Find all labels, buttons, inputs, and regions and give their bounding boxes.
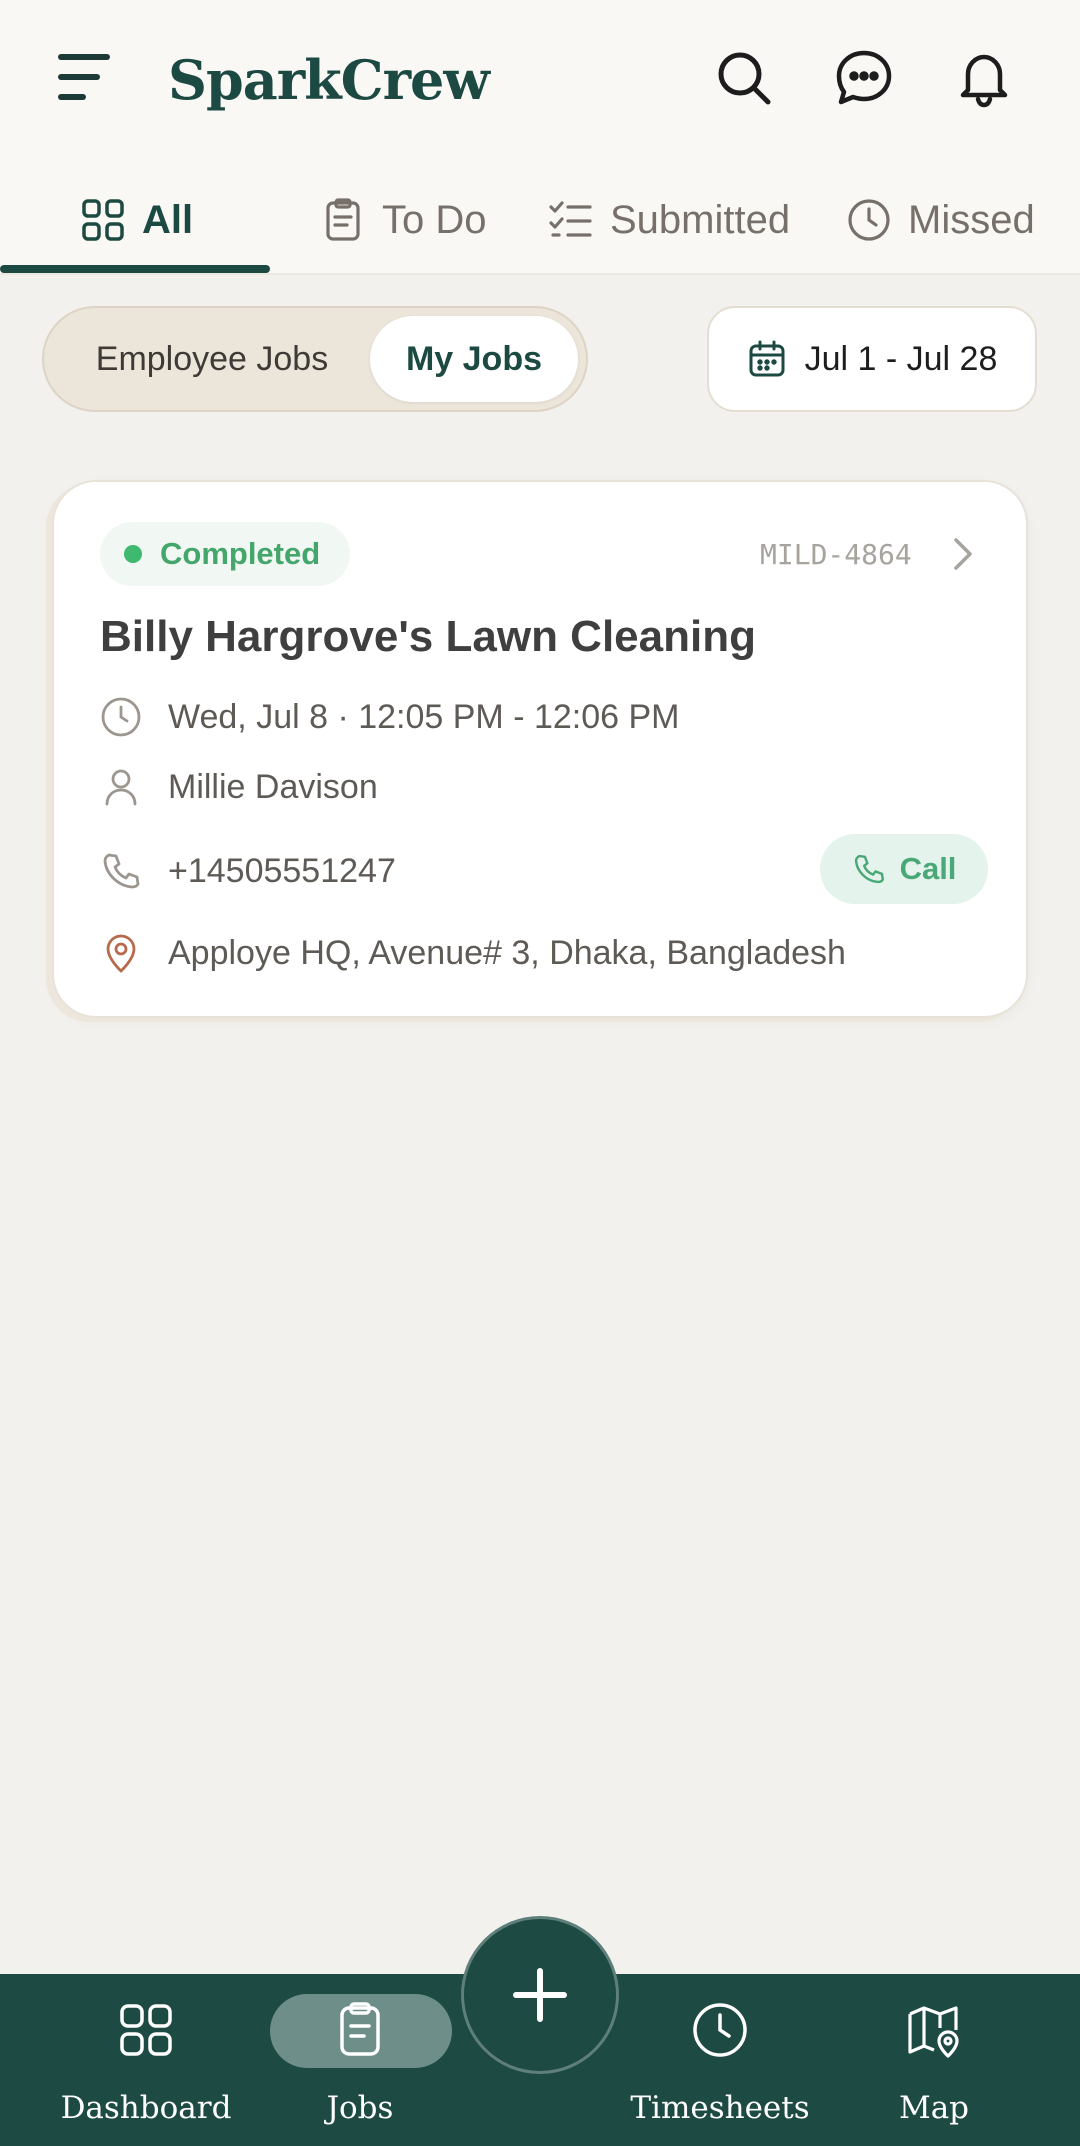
job-phone-row: +14505551247 <box>100 850 396 892</box>
status-badge: Completed <box>100 522 351 586</box>
nav-item-map[interactable]: Map <box>834 1974 1034 2146</box>
nav-item-jobs[interactable]: Jobs <box>260 1974 460 2146</box>
menu-icon[interactable] <box>58 52 114 102</box>
job-scope-toggle: Employee Jobs My Jobs <box>42 306 588 412</box>
tab-to-do[interactable]: To Do <box>320 190 487 250</box>
user-icon <box>105 769 137 806</box>
job-assignee-row: Millie Davison <box>100 766 378 808</box>
nav-label: Dashboard <box>60 2090 232 2126</box>
segment-my-jobs[interactable]: My Jobs <box>370 316 578 402</box>
nav-item-dashboard[interactable]: Dashboard <box>46 1974 246 2146</box>
job-time-row: Wed, Jul 8 · 12:05 PM - 12:06 PM <box>100 696 680 738</box>
tab-submitted[interactable]: Submitted <box>548 190 790 250</box>
status-text: Completed <box>160 536 321 571</box>
job-card[interactable]: Completed MILD-4864 Billy Hargrove's Law… <box>52 480 1028 1018</box>
tab-label: Submitted <box>610 197 791 242</box>
date-range-picker[interactable]: Jul 1 - Jul 28 <box>707 306 1037 412</box>
clock-icon <box>693 2003 747 2057</box>
job-assignee: Millie Davison <box>168 767 378 806</box>
phone-icon <box>103 853 140 889</box>
app-title: SparkCrew <box>168 48 490 112</box>
job-tabs: All To Do Submitted Missed <box>0 160 1080 275</box>
job-address: Apploye HQ, Avenue# 3, Dhaka, Bangladesh <box>168 933 846 972</box>
job-time: Wed, Jul 8 · 12:05 PM - 12:06 PM <box>168 697 680 736</box>
segment-employee-jobs[interactable]: Employee Jobs <box>52 316 372 402</box>
tab-label: To Do <box>382 197 487 242</box>
clock-icon <box>101 697 141 737</box>
location-pin-icon <box>106 934 136 973</box>
calendar-icon <box>749 340 785 377</box>
clipboard-icon <box>340 2002 380 2056</box>
date-range-label: Jul 1 - Jul 28 <box>804 339 998 378</box>
call-button[interactable]: Call <box>820 834 988 904</box>
clock-icon <box>848 199 890 241</box>
status-dot <box>124 545 142 563</box>
phone-icon <box>854 854 884 884</box>
grid-icon <box>120 2004 172 2056</box>
app-header: SparkCrew <box>0 0 1080 160</box>
map-pin-icon <box>908 2006 959 2058</box>
tab-missed[interactable]: Missed <box>846 190 1035 250</box>
chevron-right-icon[interactable] <box>944 534 980 574</box>
clipboard-icon <box>326 198 360 241</box>
job-phone: +14505551247 <box>168 851 396 890</box>
nav-label: Map <box>898 2090 970 2126</box>
plus-icon <box>513 1968 567 2022</box>
nav-label: Timesheets <box>630 2090 810 2126</box>
active-tab-indicator <box>0 265 270 273</box>
add-job-button[interactable] <box>461 1916 619 2074</box>
call-label: Call <box>899 851 957 886</box>
job-address-row: Apploye HQ, Avenue# 3, Dhaka, Bangladesh <box>100 932 846 974</box>
tab-label: Missed <box>908 197 1035 242</box>
tab-all[interactable]: All <box>80 190 193 250</box>
grid-icon <box>82 199 124 241</box>
job-title: Billy Hargrove's Lawn Cleaning <box>100 612 756 661</box>
tab-label: All <box>142 197 194 242</box>
nav-item-timesheets[interactable]: Timesheets <box>620 1974 820 2146</box>
job-id: MILD-4864 <box>760 538 912 571</box>
search-icon[interactable] <box>712 46 776 110</box>
checklist-icon <box>549 201 592 237</box>
chat-icon[interactable] <box>832 46 896 110</box>
nav-label: Jobs <box>326 2090 394 2126</box>
bell-icon[interactable] <box>952 46 1016 110</box>
